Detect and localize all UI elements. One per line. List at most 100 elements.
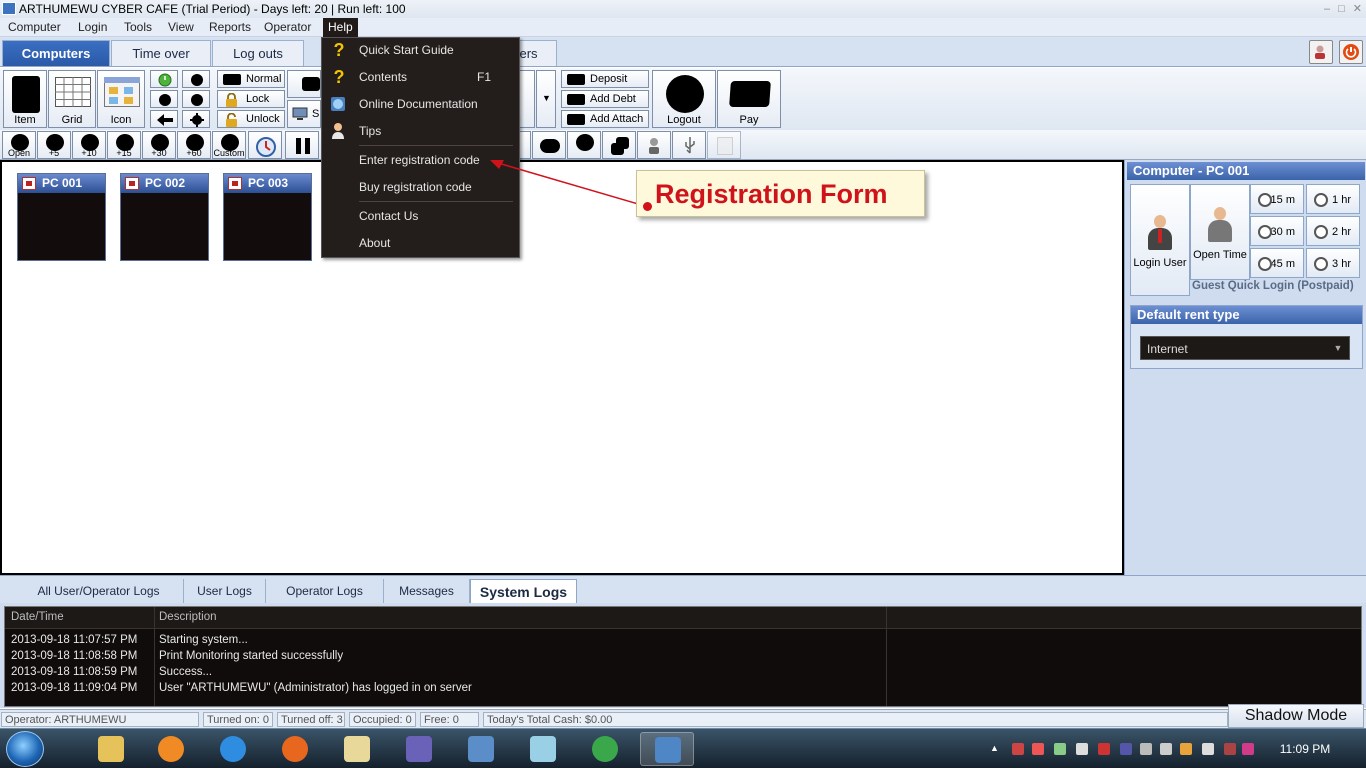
clock-button[interactable] [248,131,282,159]
taskbar-media-player[interactable] [144,732,198,766]
tray-icon[interactable] [1098,743,1110,755]
custom-time-button[interactable]: Custom [212,131,246,159]
menu-tools[interactable]: Tools [119,18,157,37]
power-icon[interactable] [1339,40,1363,64]
menu-item-quick-start-guide[interactable]: ? Quick Start Guide [322,38,519,62]
tab-user-logs[interactable]: User Logs [184,579,266,603]
unlock-button[interactable]: Unlock [217,110,285,128]
power-on-button[interactable] [150,70,178,88]
pc-tile[interactable]: PC 002 [120,173,209,261]
menu-reports[interactable]: Reports [204,18,256,37]
tray-icon[interactable] [1140,743,1152,755]
taskbar-notepad[interactable] [330,732,384,766]
add-30-button[interactable]: +30 [142,131,176,159]
add-5-button[interactable]: +5 [37,131,71,159]
normal-button[interactable]: Normal [217,70,285,88]
guest-1hr-button[interactable]: 1 hr [1306,184,1360,214]
maximize-icon[interactable]: □ [1338,0,1345,18]
taskbar-firefox[interactable] [268,732,322,766]
volume-icon[interactable] [1202,743,1214,755]
pay-button[interactable]: Pay [717,70,781,128]
grid-view-button[interactable]: Grid [48,70,96,128]
guest-3hr-button[interactable]: 3 hr [1306,248,1360,278]
taskbar-internet-explorer[interactable] [206,732,260,766]
tray-icon[interactable] [1032,743,1044,755]
taskbar-app-globe[interactable] [578,732,632,766]
screen-button[interactable]: S [287,100,321,128]
table-row[interactable]: 2013-09-18 11:07:57 PM Starting system... [5,632,1361,648]
menu-login[interactable]: Login [73,18,112,37]
system-log-table[interactable]: Date/Time Description 2013-09-18 11:07:5… [4,606,1362,707]
menu-item-tips[interactable]: Tips [322,119,519,143]
usb-button[interactable] [672,131,706,159]
tab-system-logs[interactable]: System Logs [470,579,577,603]
restart-button[interactable] [150,90,178,108]
settings-button[interactable] [182,110,210,128]
shutdown-button[interactable] [182,70,210,88]
message-button[interactable] [287,70,321,98]
taskbar-explorer[interactable] [84,732,138,766]
dropdown-arrow-button[interactable]: ▼ [536,70,556,128]
toolbar2-button-e[interactable] [707,131,741,159]
item-view-button[interactable]: Item [3,70,47,128]
tray-expand-icon[interactable]: ▲ [990,743,999,753]
tab-all-user-operator-logs[interactable]: All User/Operator Logs [14,579,184,603]
close-icon[interactable]: ✕ [1353,0,1362,18]
shadow-mode-button[interactable]: Shadow Mode [1228,704,1364,728]
add-15-button[interactable]: +15 [107,131,141,159]
tray-icon[interactable] [1054,743,1066,755]
tray-icon[interactable] [1012,743,1024,755]
tray-icon[interactable] [1076,743,1088,755]
menu-item-contents[interactable]: ? Contents F1 [322,65,519,89]
tab-messages[interactable]: Messages [384,579,470,603]
menu-operator[interactable]: Operator [259,18,316,37]
tray-icon[interactable] [1120,743,1132,755]
user-lock-icon[interactable] [1309,40,1333,64]
menu-item-about[interactable]: About [322,231,519,255]
tab-computers[interactable]: Computers [2,40,110,66]
minimize-icon[interactable]: – [1324,0,1330,18]
lock-button[interactable]: Lock [217,90,285,108]
icon-view-button[interactable]: Icon [97,70,145,128]
guest-2hr-button[interactable]: 2 hr [1306,216,1360,246]
guest-45m-button[interactable]: 45 m [1250,248,1304,278]
taskbar-clock[interactable]: 11:09 PM [1270,729,1340,769]
table-row[interactable]: 2013-09-18 11:08:58 PM Print Monitoring s… [5,648,1361,664]
tab-operator-logs[interactable]: Operator Logs [266,579,384,603]
pause-button[interactable] [285,131,319,159]
login-user-button[interactable]: Login User [1130,184,1190,296]
add-60-button[interactable]: +60 [177,131,211,159]
table-row[interactable]: 2013-09-18 11:09:04 PM User "ARTHUMEWU" (… [5,680,1361,696]
tray-icon[interactable] [1242,743,1254,755]
rent-type-select[interactable]: Internet ▼ [1140,336,1350,360]
table-row[interactable]: 2013-09-18 11:08:59 PM Success... [5,664,1361,680]
column-header-datetime[interactable]: Date/Time [11,611,64,623]
taskbar-app-screen[interactable] [392,732,446,766]
menu-view[interactable]: View [163,18,199,37]
menu-item-online-documentation[interactable]: Online Documentation [322,92,519,116]
open-time-panel-button[interactable]: Open Time [1190,184,1250,280]
tray-icon[interactable] [1180,743,1192,755]
guest-15m-button[interactable]: 15 m [1250,184,1304,214]
pc-tile[interactable]: PC 003 [223,173,312,261]
taskbar-app-paper[interactable] [516,732,570,766]
column-header-description[interactable]: Description [159,611,217,623]
pc-tile[interactable]: PC 001 [17,173,106,261]
add-attach-button[interactable]: Add Attach [561,110,649,128]
tab-log-outs[interactable]: Log outs [212,40,304,66]
menu-computer[interactable]: Computer [3,18,66,37]
deposit-button[interactable]: Deposit [561,70,649,88]
start-button[interactable] [6,731,44,767]
logout-button[interactable]: Logout [652,70,716,128]
tray-icon[interactable] [1160,743,1172,755]
back-button[interactable] [150,110,178,128]
open-time-button[interactable]: Open [2,131,36,159]
tab-time-over[interactable]: Time over [111,40,211,66]
guest-30m-button[interactable]: 30 m [1250,216,1304,246]
taskbar-app-window[interactable] [454,732,508,766]
taskbar-cyber-cafe-app[interactable] [640,732,694,766]
tray-icon[interactable] [1224,743,1236,755]
menu-help[interactable]: Help [323,18,358,37]
add-10-button[interactable]: +10 [72,131,106,159]
logoff-button[interactable] [182,90,210,108]
